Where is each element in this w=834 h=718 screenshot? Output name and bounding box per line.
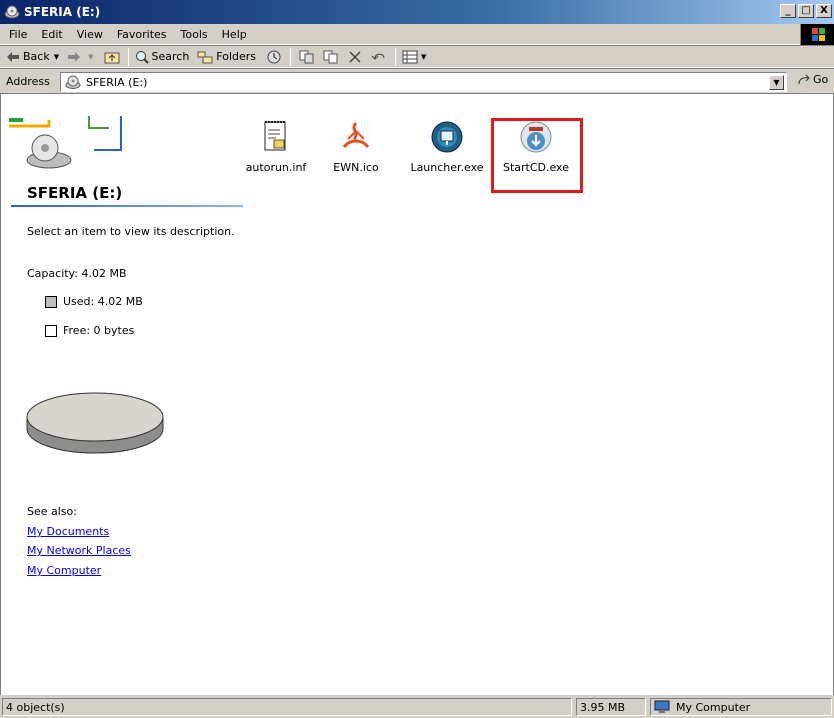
windows-logo-icon <box>800 24 834 45</box>
title-bar: SFERIA (E:) _ □ X <box>0 0 834 24</box>
status-location: My Computer <box>650 698 832 716</box>
status-object-count: 4 object(s) <box>2 698 572 716</box>
address-input[interactable]: SFERIA (E:) ▼ <box>60 72 787 92</box>
folders-button[interactable]: Folders <box>197 50 256 64</box>
menu-bar: File Edit View Favorites Tools Help <box>0 24 834 45</box>
my-network-places-link[interactable]: My Network Places <box>27 544 131 557</box>
menu-file[interactable]: File <box>0 28 34 41</box>
go-button[interactable]: Go <box>797 73 828 86</box>
status-bar: 4 object(s) 3.95 MB My Computer <box>0 695 834 718</box>
back-button[interactable]: Back ▼ <box>6 50 59 63</box>
move-to-button[interactable] <box>297 48 317 66</box>
delete-icon <box>349 50 361 63</box>
free-text: Free: 0 bytes <box>63 324 135 337</box>
free-swatch <box>45 324 57 337</box>
ewn-logo-icon <box>342 121 370 149</box>
views-icon <box>402 50 418 63</box>
menu-view[interactable]: View <box>70 28 110 41</box>
views-dropdown-icon[interactable]: ▼ <box>421 53 426 61</box>
up-folder-button[interactable] <box>102 48 122 66</box>
used-space: Used: 4.02 MB <box>45 295 143 308</box>
file-item[interactable]: autorun.inf <box>234 119 318 174</box>
my-documents-link[interactable]: My Documents <box>27 525 109 538</box>
search-button[interactable]: Search <box>135 50 190 64</box>
forward-dropdown-icon[interactable]: ▼ <box>88 53 93 61</box>
copy-to-icon <box>323 50 338 63</box>
close-button[interactable]: X <box>816 4 832 18</box>
title-divider <box>11 205 243 207</box>
copy-to-button[interactable] <box>321 48 341 66</box>
file-name: autorun.inf <box>245 161 307 174</box>
status-size: 3.95 MB <box>576 698 646 716</box>
launcher-globe-icon <box>431 121 463 153</box>
folders-icon <box>197 51 213 63</box>
text-file-icon <box>264 121 286 151</box>
toolbar-separator <box>290 47 292 66</box>
delete-button[interactable] <box>345 48 365 66</box>
folders-label: Folders <box>216 50 257 63</box>
menu-help[interactable]: Help <box>215 28 254 41</box>
window-title: SFERIA (E:) <box>24 5 101 19</box>
address-bar: Address SFERIA (E:) ▼ Go <box>0 68 834 94</box>
free-space: Free: 0 bytes <box>45 324 134 337</box>
my-computer-icon <box>654 700 670 713</box>
back-dropdown-icon[interactable]: ▼ <box>54 53 59 61</box>
views-button[interactable]: ▼ <box>402 50 426 64</box>
forward-button[interactable]: ▼ <box>67 51 94 63</box>
capacity-text: Capacity: 4.02 MB <box>27 267 127 280</box>
disk-usage-pie-icon <box>26 392 164 454</box>
toolbar-separator <box>395 47 397 66</box>
my-computer-link[interactable]: My Computer <box>27 564 101 577</box>
undo-button[interactable] <box>369 48 389 66</box>
menu-edit[interactable]: Edit <box>34 28 69 41</box>
address-dropdown-button[interactable]: ▼ <box>769 75 784 90</box>
back-label: Back <box>23 50 50 63</box>
file-name: EWN.ico <box>333 161 379 174</box>
history-button[interactable] <box>264 48 284 66</box>
address-value: SFERIA (E:) <box>86 75 148 89</box>
status-location-text: My Computer <box>676 700 751 714</box>
web-view-panel: SFERIA (E:) Select an item to view its d… <box>9 94 249 694</box>
go-label: Go <box>813 73 829 86</box>
go-arrow-icon <box>798 74 810 84</box>
minimize-button[interactable]: _ <box>780 4 796 18</box>
toolbar: Back ▼ ▼ Search Folders ▼ <box>0 45 834 68</box>
cd-drive-icon <box>65 75 81 89</box>
menu-tools[interactable]: Tools <box>174 28 215 41</box>
file-item[interactable]: Launcher.exe <box>405 119 489 174</box>
move-to-icon <box>299 50 314 63</box>
file-item[interactable]: EWN.ico <box>314 119 398 174</box>
file-name: Launcher.exe <box>410 161 484 174</box>
item-description: Select an item to view its description. <box>27 225 235 238</box>
maximize-button[interactable]: □ <box>798 4 814 18</box>
startcd-highlight-box <box>491 118 583 193</box>
see-also-label: See also: <box>27 505 77 518</box>
used-text: Used: 4.02 MB <box>63 295 143 308</box>
cd-drive-icon <box>4 5 20 19</box>
menu-favorites[interactable]: Favorites <box>110 28 174 41</box>
folder-view: SFERIA (E:) Select an item to view its d… <box>0 94 834 695</box>
used-swatch <box>45 295 57 308</box>
toolbar-separator <box>127 47 129 66</box>
search-icon <box>135 50 149 64</box>
search-label: Search <box>151 50 190 63</box>
panel-folder-title: SFERIA (E:) <box>27 184 123 202</box>
history-icon <box>267 50 281 63</box>
forward-arrow-icon <box>68 51 81 62</box>
undo-icon <box>371 53 385 60</box>
back-arrow-icon <box>7 51 19 62</box>
address-label: Address <box>6 74 50 88</box>
up-folder-icon <box>104 52 119 63</box>
